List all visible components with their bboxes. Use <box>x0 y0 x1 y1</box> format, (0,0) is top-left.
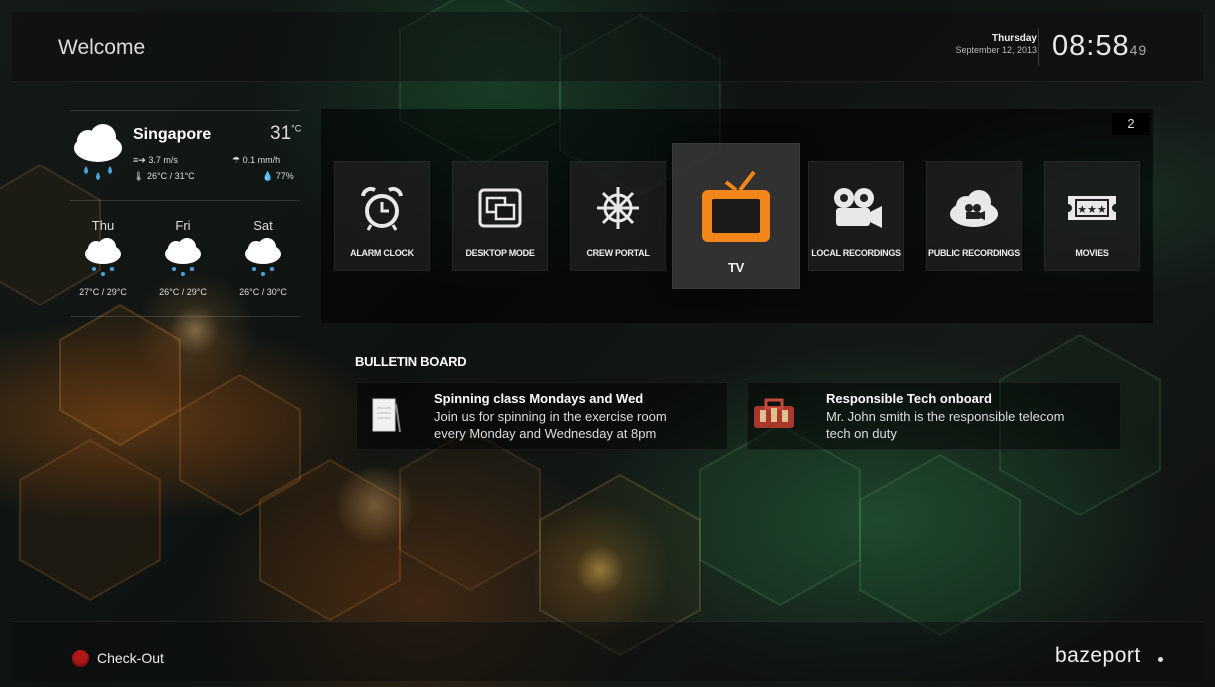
page-number-badge: 2 <box>1112 113 1150 135</box>
notepad-icon <box>372 398 401 433</box>
umbrella-icon: ☂ <box>232 155 241 165</box>
menu-item-public-recordings[interactable]: PUBLIC RECORDINGS <box>926 161 1022 271</box>
menu-item-desktop-mode[interactable]: DESKTOP MODE <box>452 161 548 271</box>
film-camera-icon <box>834 188 882 228</box>
thermometer-icon: 🌡 <box>133 171 145 181</box>
menu-item-label: TV <box>727 260 744 275</box>
divider <box>70 110 300 111</box>
desktop-windows-icon <box>478 188 522 228</box>
hexagon-pattern <box>0 0 1161 657</box>
brand-logo: bazeport <box>1055 644 1141 667</box>
welcome-title: Welcome <box>58 36 146 59</box>
forecast-temps: 26°C / 30°C <box>239 287 287 297</box>
menu-item-crew-portal[interactable]: CREW PORTAL <box>570 161 666 271</box>
checkout-button[interactable]: Check-Out <box>97 650 164 666</box>
menu-item-label: MOVIES <box>1075 248 1109 258</box>
svg-text:★★★: ★★★ <box>1077 203 1107 216</box>
date-display: Thursday September 12, 2013 <box>955 33 1037 55</box>
cloud-camera-icon <box>950 190 998 227</box>
note-title: Responsible Tech onboard <box>826 391 992 406</box>
weather-temperature: 31°C <box>270 123 302 144</box>
clock-time: 08:58 <box>1052 30 1130 62</box>
bottom-bar <box>12 621 1203 681</box>
day-label: Thursday <box>991 33 1037 44</box>
menu-item-label: LOCAL RECORDINGS <box>811 248 901 258</box>
logo-dot <box>1158 657 1163 662</box>
rain-readout: ☂ 0.1 mm/h <box>232 155 281 165</box>
wind-icon: ≡➔ <box>133 155 146 165</box>
divider <box>1038 28 1039 66</box>
note-body-line: tech on duty <box>826 426 897 441</box>
date-label: September 12, 2013 <box>955 45 1037 55</box>
forecast-temps: 26°C / 29°C <box>159 287 207 297</box>
weather-city: Singapore <box>133 126 212 143</box>
note-title: Spinning class Mondays and Wed <box>434 391 644 406</box>
menu-item-alarm-clock[interactable]: ALARM CLOCK <box>334 161 430 271</box>
humidity-readout: 💧 77% <box>262 171 294 181</box>
menu-item-movies[interactable]: ★★★ MOVIES <box>1044 161 1140 271</box>
droplet-icon: 💧 <box>262 171 274 181</box>
alarm-clock-icon <box>361 186 403 231</box>
red-button-icon[interactable] <box>72 650 89 667</box>
forecast-temps: 27°C / 29°C <box>79 287 127 297</box>
note-body-line: Mr. John smith is the responsible teleco… <box>826 409 1065 424</box>
menu-item-label: DESKTOP MODE <box>465 248 535 258</box>
toolbox-icon <box>754 398 794 428</box>
note-body-line: Join us for spinning in the exercise roo… <box>434 409 667 424</box>
movie-ticket-icon: ★★★ <box>1068 196 1116 220</box>
menu-item-label: CREW PORTAL <box>586 248 650 258</box>
temp-range-readout: 🌡 26°C / 31°C <box>133 171 195 181</box>
forecast-day: Thu <box>91 218 115 233</box>
wind-readout: ≡➔ 3.7 m/s <box>133 155 178 165</box>
forecast-day: Fri <box>175 218 191 233</box>
rain-cloud-icon <box>245 238 281 276</box>
tv-icon <box>702 170 770 242</box>
rain-cloud-icon <box>74 124 122 180</box>
rain-cloud-icon <box>85 238 121 276</box>
ship-wheel-icon <box>597 187 639 229</box>
bulletin-board-title: BULLETIN BOARD <box>355 354 467 369</box>
divider <box>70 200 300 201</box>
menu-item-tv[interactable]: TV <box>672 143 800 289</box>
menu-item-label: PUBLIC RECORDINGS <box>928 248 1020 258</box>
note-body-line: every Monday and Wednesday at 8pm <box>434 426 657 441</box>
background <box>0 0 1215 687</box>
forecast-day: Sat <box>253 218 273 233</box>
menu-item-local-recordings[interactable]: LOCAL RECORDINGS <box>808 161 904 271</box>
rain-cloud-icon <box>165 238 201 276</box>
clock-seconds: 49 <box>1129 42 1148 58</box>
clock: 08:5849 <box>1052 30 1147 63</box>
menu-item-label: ALARM CLOCK <box>350 248 414 258</box>
divider <box>70 316 300 317</box>
